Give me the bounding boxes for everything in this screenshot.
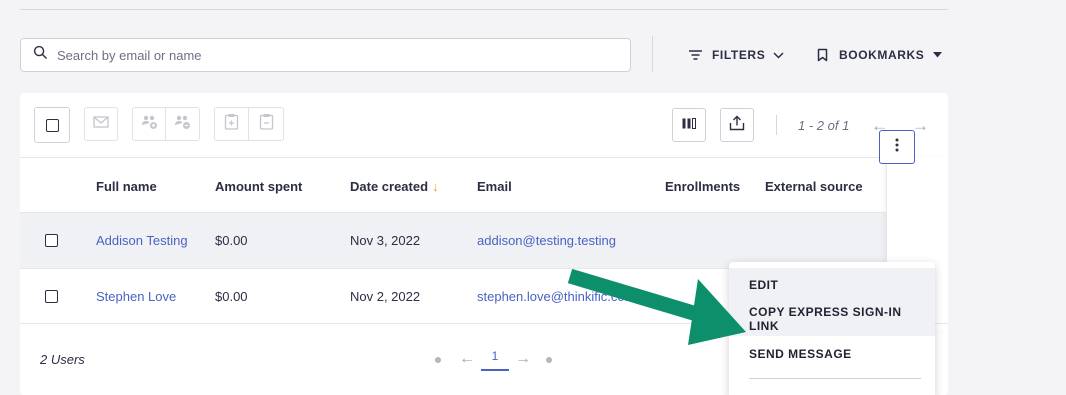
mail-icon — [93, 115, 109, 133]
clipboard-remove-icon — [259, 113, 274, 135]
top-divider — [20, 9, 948, 10]
menu-item-edit[interactable]: EDIT — [729, 268, 935, 302]
export-upload-icon — [729, 115, 745, 136]
table-row[interactable]: Addison Testing $0.00 Nov 3, 2022 addiso… — [20, 212, 886, 268]
send-message-action-button[interactable] — [84, 107, 118, 141]
column-header-external-source[interactable]: External source — [765, 179, 863, 194]
user-name-link[interactable]: Addison Testing — [96, 233, 188, 248]
amount-spent: $0.00 — [215, 233, 248, 248]
select-all-checkbox[interactable] — [34, 107, 70, 143]
menu-item-copy-express-sign-in-link[interactable]: COPY EXPRESS SIGN-IN LINK — [729, 302, 935, 336]
table-header: Full name Amount spent Date created ↓ Ema… — [20, 157, 886, 212]
search-icon — [33, 45, 48, 65]
bookmark-icon — [817, 48, 828, 62]
column-header-full-name[interactable]: Full name — [96, 179, 157, 194]
first-page-dot-icon[interactable] — [435, 357, 441, 363]
columns-button[interactable] — [672, 108, 706, 142]
search-input[interactable] — [57, 47, 597, 63]
column-header-enrollments[interactable]: Enrollments — [665, 179, 740, 194]
search-box[interactable] — [20, 38, 631, 72]
clipboard-actions — [214, 107, 284, 141]
remove-from-list-button[interactable] — [249, 108, 283, 140]
prev-page-icon[interactable]: ← — [459, 350, 475, 368]
column-header-email[interactable]: Email — [477, 179, 512, 194]
row-actions-button[interactable] — [879, 130, 915, 164]
enroll-users-button[interactable] — [133, 108, 166, 140]
filter-lines-icon — [688, 49, 703, 61]
current-page[interactable]: 1 — [481, 349, 509, 371]
chevron-down-icon — [773, 51, 784, 59]
annotation-arrow-icon — [567, 268, 746, 345]
pagination-label: 1 - 2 of 1 — [798, 118, 850, 133]
add-to-list-button[interactable] — [215, 108, 249, 140]
bookmarks-label: BOOKMARKS — [839, 48, 925, 62]
date-created: Nov 3, 2022 — [350, 233, 421, 248]
menu-item-send-message[interactable]: SEND MESSAGE — [729, 337, 935, 371]
remove-group-icon — [174, 114, 191, 135]
toolbar-divider — [652, 36, 653, 72]
checkbox-box — [45, 118, 59, 132]
menu-divider — [749, 378, 921, 379]
clipboard-add-icon — [224, 113, 239, 135]
pager-divider — [776, 115, 777, 135]
amount-spent: $0.00 — [215, 289, 248, 304]
add-group-icon — [141, 114, 158, 135]
users-count: 2 Users — [40, 352, 85, 367]
filters-button[interactable]: FILTERS — [688, 45, 784, 65]
filters-label: FILTERS — [712, 48, 766, 62]
user-email-link[interactable]: addison@testing.testing — [477, 233, 616, 248]
column-header-date-created-label: Date created — [350, 179, 429, 194]
export-button[interactable] — [720, 108, 754, 142]
row-checkbox[interactable] — [45, 234, 58, 247]
kebab-menu-icon — [895, 138, 899, 157]
next-page-icon[interactable]: → — [515, 350, 531, 368]
columns-icon — [682, 116, 696, 134]
last-page-dot-icon[interactable] — [546, 357, 552, 363]
bookmarks-button[interactable]: BOOKMARKS — [817, 45, 943, 65]
user-name-link[interactable]: Stephen Love — [96, 289, 176, 304]
sort-arrow-icon: ↓ — [432, 179, 439, 194]
row-checkbox[interactable] — [45, 290, 58, 303]
column-header-date-created[interactable]: Date created ↓ — [350, 179, 439, 194]
date-created: Nov 2, 2022 — [350, 289, 421, 304]
group-actions — [132, 107, 200, 141]
caret-down-icon — [933, 52, 943, 58]
column-header-amount-spent[interactable]: Amount spent — [215, 179, 302, 194]
row-actions-menu: EDIT COPY EXPRESS SIGN-IN LINK SEND MESS… — [729, 262, 935, 395]
unenroll-users-button[interactable] — [166, 108, 199, 140]
